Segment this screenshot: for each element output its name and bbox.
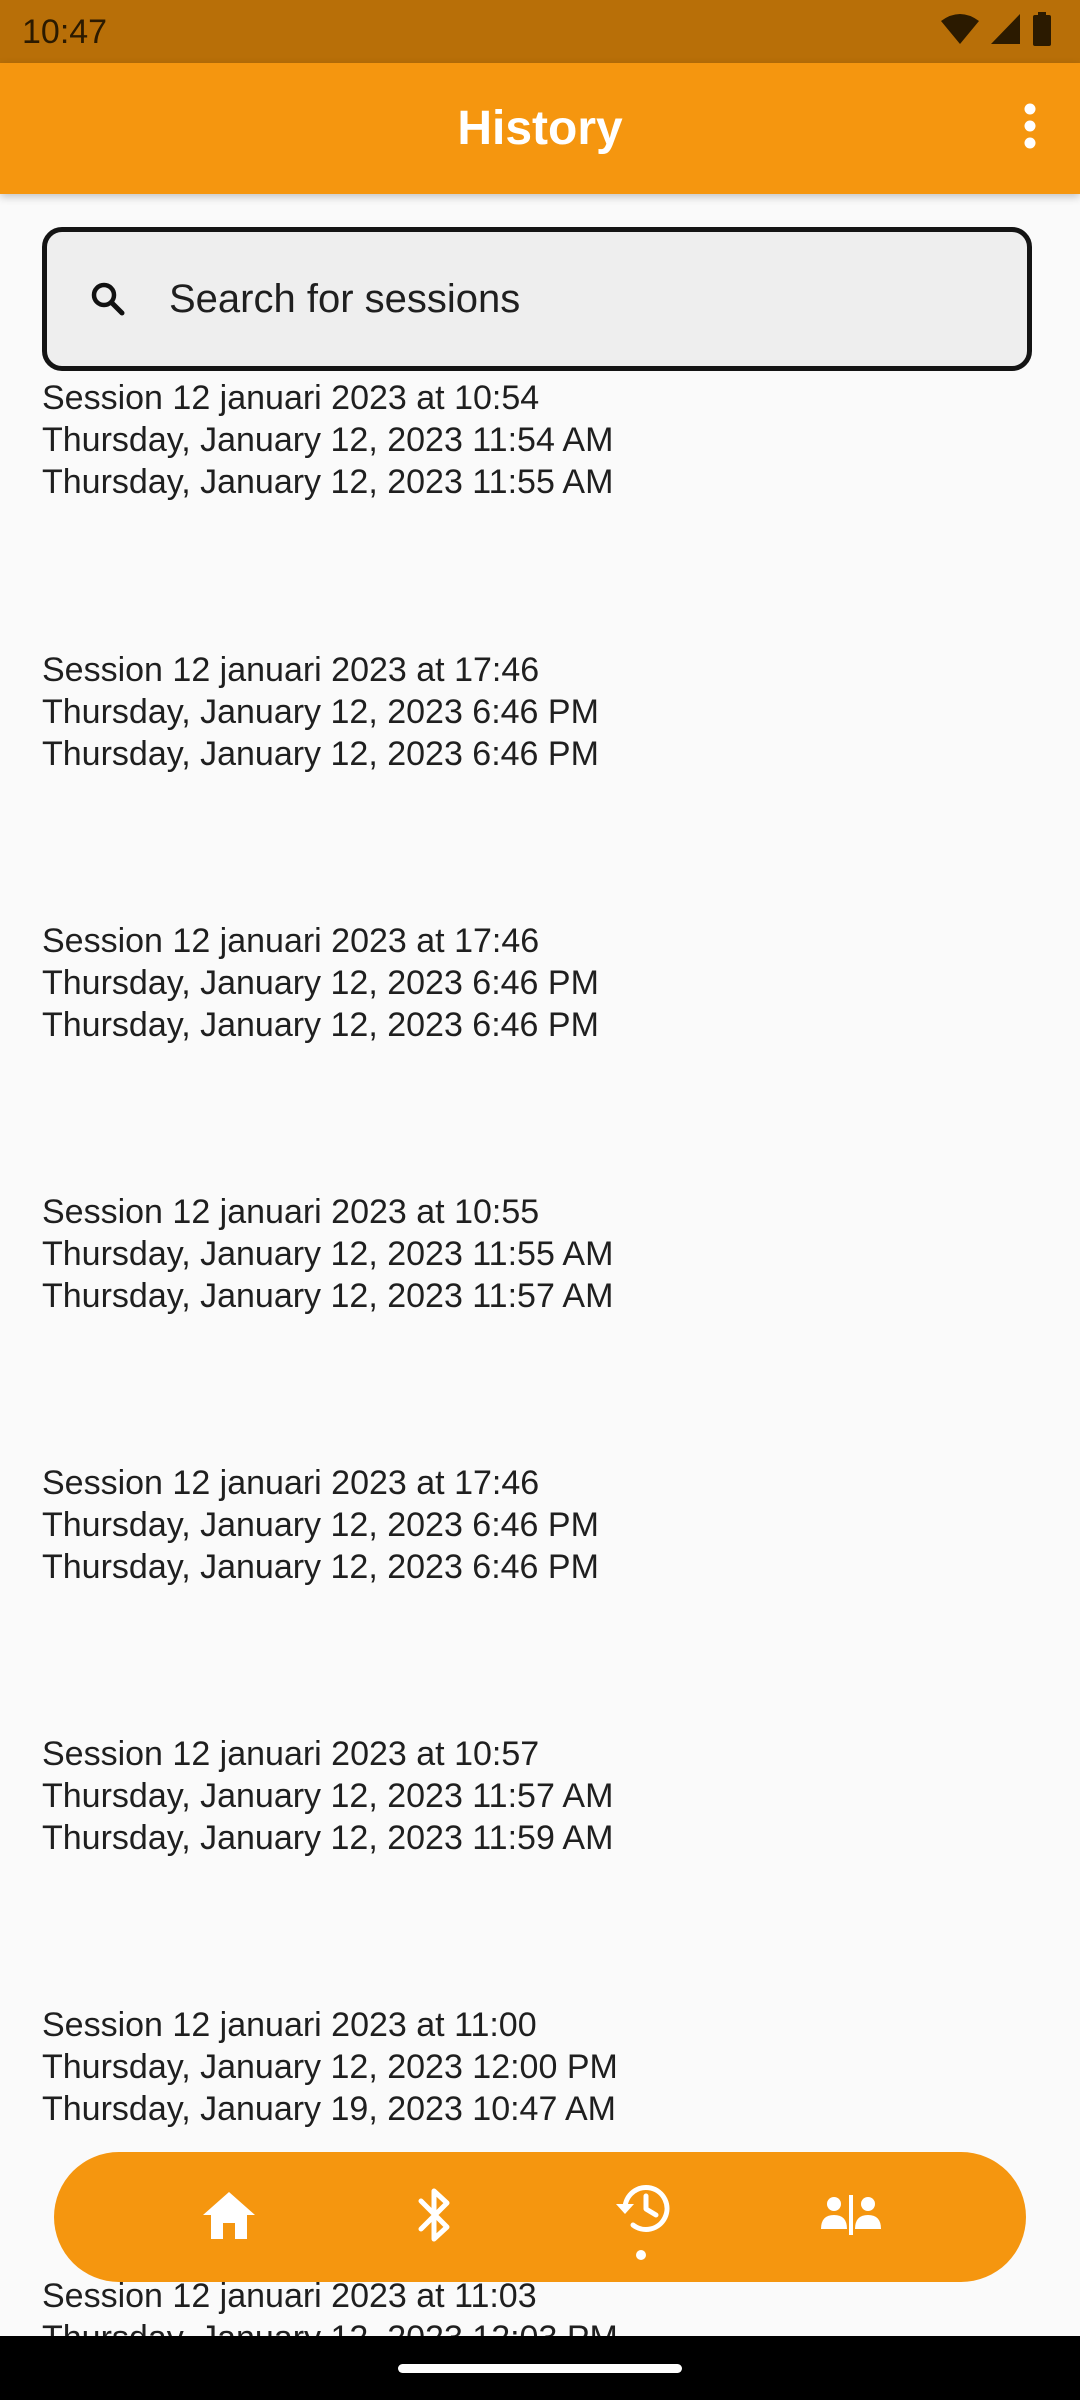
session-start: Thursday, January 12, 2023 6:46 PM (42, 693, 599, 731)
session-title: Session 12 januari 2023 at 17:46 (42, 1464, 540, 1502)
session-start: Thursday, January 12, 2023 12:03 PM (42, 2317, 1022, 2336)
app-bar: History (0, 63, 1080, 194)
history-icon (613, 2180, 673, 2241)
session-start: Thursday, January 12, 2023 6:46 PM (42, 1506, 599, 1544)
bottom-navigation (54, 2152, 1026, 2282)
session-item[interactable]: Session 12 januari 2023 at 11:00 Thursda… (42, 2004, 1022, 2130)
home-icon (201, 2189, 257, 2246)
session-title: Session 12 januari 2023 at 10:54 (42, 379, 540, 417)
session-title: Session 12 januari 2023 at 10:57 (42, 1735, 540, 1773)
cellular-signal-icon (990, 13, 1022, 50)
session-end: Thursday, January 12, 2023 6:46 PM (42, 1548, 599, 1586)
battery-icon (1032, 11, 1052, 51)
search-bar[interactable] (42, 227, 1032, 371)
gesture-handle[interactable] (398, 2364, 682, 2373)
bluetooth-icon (415, 2186, 455, 2249)
status-time: 10:47 (22, 13, 108, 51)
session-end: Thursday, January 12, 2023 6:46 PM (42, 735, 599, 773)
session-item[interactable]: Session 12 januari 2023 at 17:46 Thursda… (42, 1462, 1022, 1588)
nav-bluetooth[interactable] (365, 2152, 505, 2282)
wifi-icon (940, 13, 980, 50)
search-icon (87, 278, 131, 322)
compare-users-icon (819, 2194, 883, 2240)
nav-home[interactable] (159, 2152, 299, 2282)
more-options-button[interactable] (998, 96, 1062, 160)
session-start: Thursday, January 12, 2023 12:00 PM (42, 2048, 618, 2086)
session-end: Thursday, January 12, 2023 11:55 AM (42, 463, 614, 501)
page-title: History (457, 102, 623, 155)
session-title: Session 12 januari 2023 at 11:00 (42, 2006, 537, 2044)
session-title: Session 12 januari 2023 at 17:46 (42, 651, 540, 689)
session-item[interactable]: Session 12 januari 2023 at 17:46 Thursda… (42, 920, 1022, 1046)
session-title: Session 12 januari 2023 at 17:46 (42, 922, 540, 960)
session-list: Session 12 januari 2023 at 10:54 Thursda… (0, 371, 1080, 2336)
nav-history[interactable] (573, 2152, 713, 2282)
system-navigation-bar (0, 2336, 1080, 2400)
session-item[interactable]: Session 12 januari 2023 at 11:03 Thursda… (42, 2275, 1022, 2336)
session-end: Thursday, January 12, 2023 11:59 AM (42, 1819, 614, 1857)
session-item[interactable]: Session 12 januari 2023 at 10:57 Thursda… (42, 1733, 1022, 1859)
session-start: Thursday, January 12, 2023 11:54 AM (42, 421, 614, 459)
session-item[interactable]: Session 12 januari 2023 at 10:54 Thursda… (42, 377, 1022, 503)
more-vert-icon (1022, 102, 1038, 155)
session-item[interactable]: Session 12 januari 2023 at 10:55 Thursda… (42, 1191, 1022, 1317)
session-start: Thursday, January 12, 2023 11:55 AM (42, 1235, 614, 1273)
session-end: Thursday, January 12, 2023 6:46 PM (42, 1006, 599, 1044)
status-icons (940, 11, 1052, 51)
session-end: Thursday, January 19, 2023 10:47 AM (42, 2090, 616, 2128)
nav-compare[interactable] (781, 2152, 921, 2282)
search-input[interactable] (169, 258, 989, 340)
session-start: Thursday, January 12, 2023 11:57 AM (42, 1777, 614, 1815)
session-start: Thursday, January 12, 2023 6:46 PM (42, 964, 599, 1002)
session-title: Session 12 januari 2023 at 10:55 (42, 1193, 540, 1231)
session-item[interactable]: Session 12 januari 2023 at 17:46 Thursda… (42, 649, 1022, 775)
status-bar: 10:47 (0, 0, 1080, 63)
active-indicator (636, 2250, 646, 2260)
session-end: Thursday, January 12, 2023 11:57 AM (42, 1277, 614, 1315)
